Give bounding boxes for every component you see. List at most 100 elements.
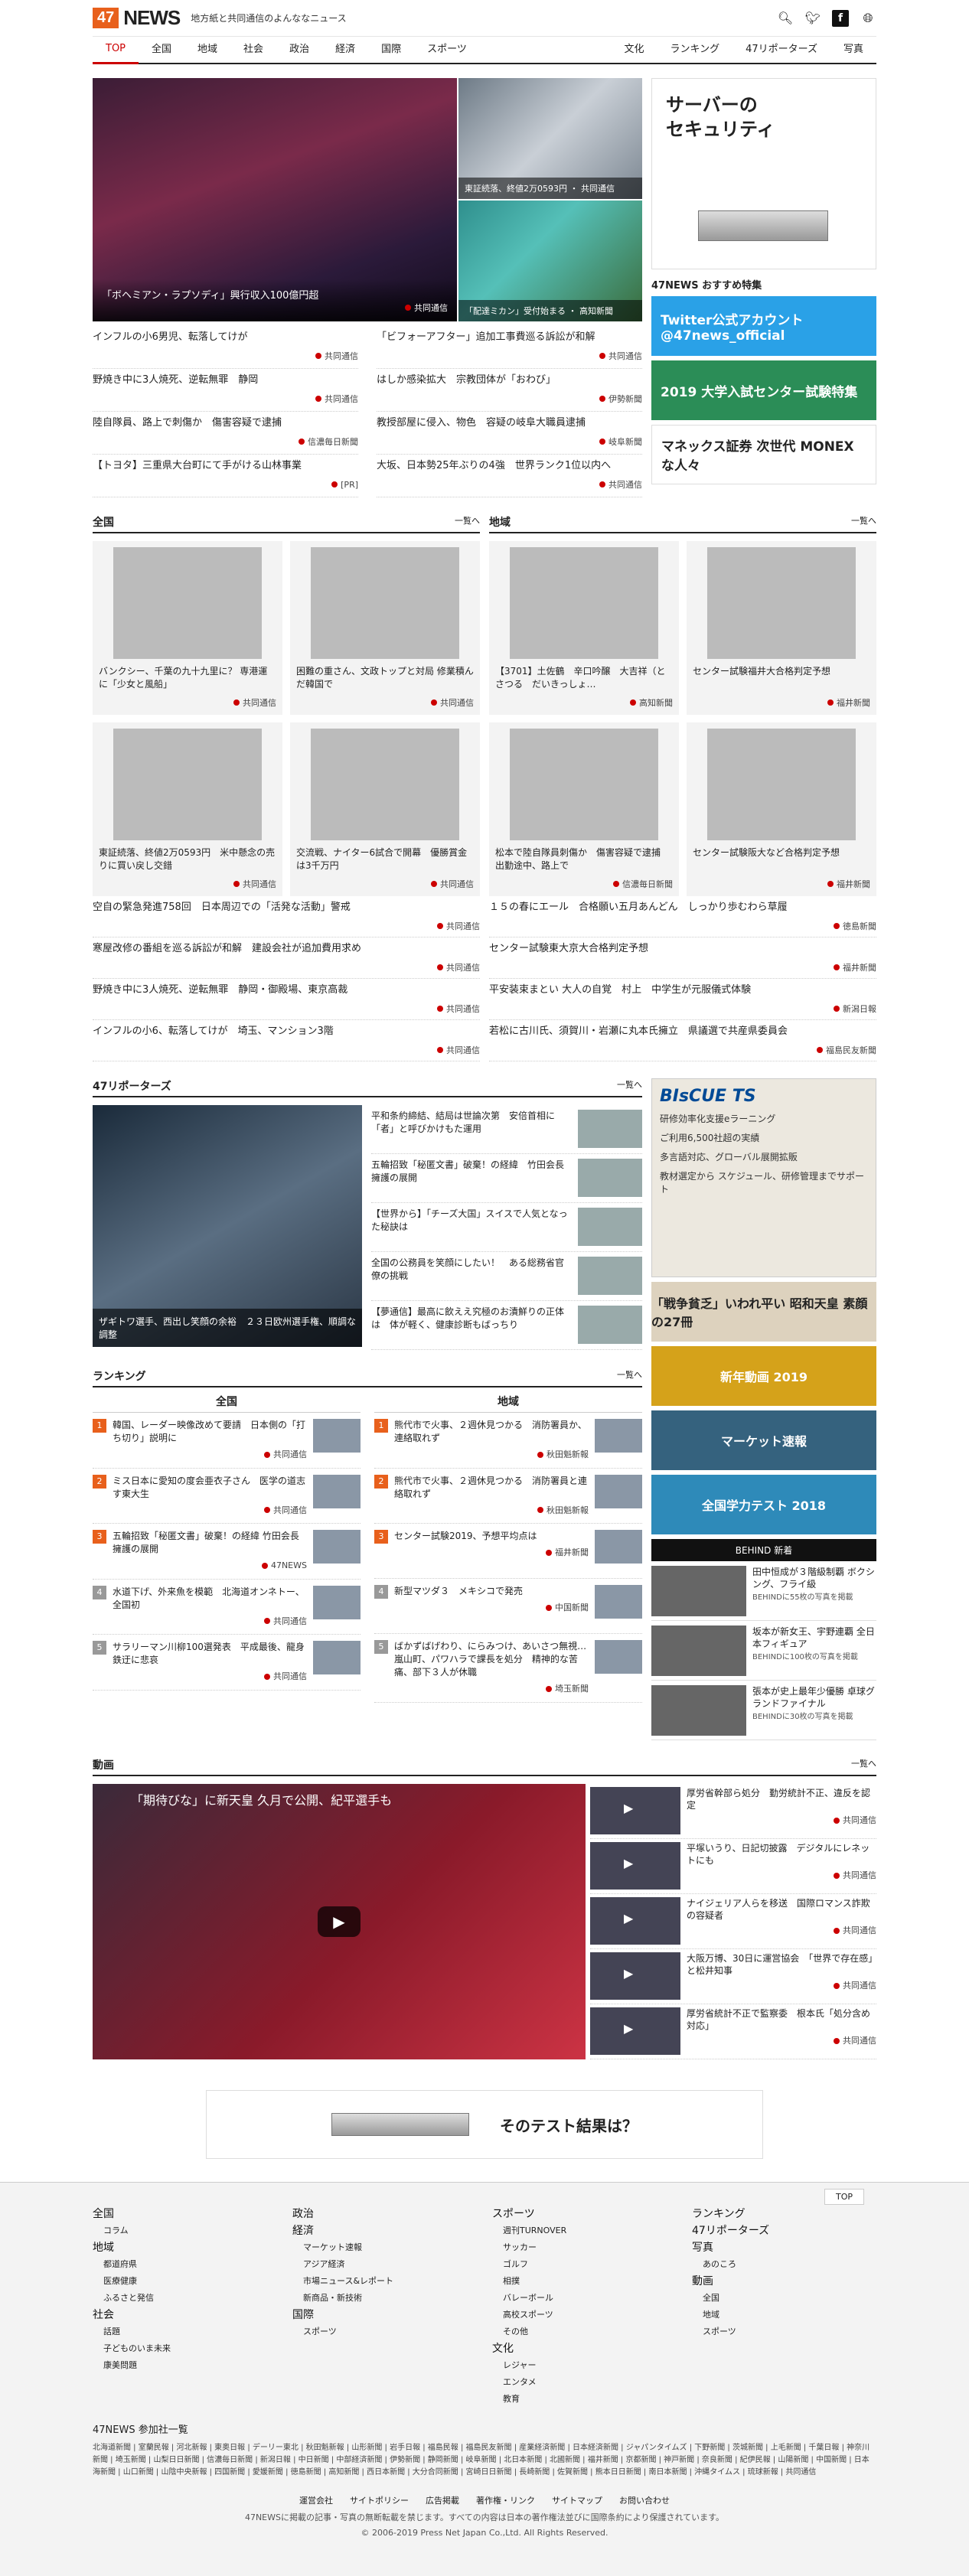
back-to-top-button[interactable]: TOP [824, 2189, 864, 2205]
footer-bottom-link[interactable]: お問い合わせ [619, 2494, 670, 2506]
banner-market[interactable]: マーケット速報 [651, 1410, 876, 1470]
news-card[interactable]: バンクシー、千葉の九十九里に？ 専港運に「少女と風船」 共同通信 [93, 541, 282, 715]
footer-heading-link[interactable]: 地域 [93, 2239, 277, 2256]
nav-zenkoku[interactable]: 全国 [139, 37, 184, 63]
video-item[interactable]: 厚労省幹部ら処分 勤労統計不正、違反を認定共同通信 [590, 1784, 876, 1839]
footer-heading-link[interactable]: ランキング [692, 2206, 876, 2222]
news-item[interactable]: 「ビフォーアフター」追加工事費巡る訴訟が和解 共同通信 [377, 326, 642, 369]
footer-link[interactable]: ゴルフ [492, 2256, 677, 2273]
footer-bottom-link[interactable]: 運営会社 [299, 2494, 333, 2506]
nav-reporters[interactable]: 47リポーターズ [732, 37, 830, 63]
news-card[interactable]: 交流戦、ナイター6試合で開幕 優勝賞金は3千万円 共同通信 [290, 722, 480, 896]
footer-link[interactable]: エンタメ [492, 2374, 677, 2391]
footer-link[interactable]: レジャー [492, 2357, 677, 2374]
nav-shakai[interactable]: 社会 [230, 37, 276, 63]
search-icon[interactable]: 🔍︎ [777, 10, 794, 27]
footer-link[interactable]: 子どものいま未来 [93, 2340, 277, 2357]
footer-link[interactable]: 康美問題 [93, 2357, 277, 2374]
behind-item[interactable]: 張本が史上最年少優勝 卓球グランドファイナル BEHINDに30枚の写真を掲載 [651, 1681, 876, 1740]
news-card[interactable]: 困難の重さん、文政トップと対局 修業積んだ韓国で 共同通信 [290, 541, 480, 715]
footer-link[interactable]: 話題 [93, 2323, 277, 2340]
reporter-item[interactable]: 五輪招致「秘匿文書」破棄！の経緯 竹田会長擁護の展開 [371, 1154, 642, 1203]
nav-kokusai[interactable]: 国際 [368, 37, 414, 63]
news-item[interactable]: はしか感染拡大 宗教団体が「おわび」 伊勢新聞 [377, 369, 642, 412]
news-item[interactable]: 若松に古川氏、須賀川・岩瀬に丸本氏擁立 県議選で共産県委員会 福島民友新聞 [489, 1020, 876, 1061]
news-card[interactable]: 松本で陸自隊員刺傷か 傷害容疑で逮捕 出勤途中、路上で 信濃毎日新聞 [489, 722, 679, 896]
news-item[interactable]: 寒屋改修の番組を巡る訴訟が和解 建設会社が追加費用求め 共同通信 [93, 937, 480, 979]
footer-link[interactable]: スポーツ [292, 2323, 477, 2340]
footer-heading-link[interactable]: 社会 [93, 2307, 277, 2323]
video-item[interactable]: ナイジェリア人らを移送 国際ロマンス詐欺の容疑者共同通信 [590, 1894, 876, 1949]
ranking-item[interactable]: 2 熊代市で火事、２週休見つかる 消防署員と連絡取れず 秋田魁新報 [374, 1469, 642, 1524]
footer-link[interactable]: 都道府県 [93, 2256, 277, 2273]
footer-heading-link[interactable]: 政治 [292, 2206, 477, 2222]
banner-showa[interactable]: 「戦争貧乏」いわれ平い 昭和天皇 素顔の27冊 [651, 1282, 876, 1342]
hero-sub-2[interactable]: 「配達ミカン」受付始まる ・ 高知新聞 [458, 201, 642, 321]
video-more-link[interactable]: 一覧へ [851, 1757, 876, 1772]
reporter-item[interactable]: 【世界から】「チーズ大国」スイスで人気となった秘訣は [371, 1203, 642, 1252]
video-item[interactable]: 厚労省統計不正で監察委 根本氏「処分含め対応」共同通信 [590, 2004, 876, 2059]
footer-heading-link[interactable]: 写真 [692, 2239, 876, 2256]
ranking-item[interactable]: 5 ばかずばげわり、にらみつけ、あいさつ無視…嵐山町、パワハラで課長を処分 精神的… [374, 1634, 642, 1703]
footer-link[interactable]: 週刊TURNOVER [492, 2222, 677, 2239]
banner-new-year-video[interactable]: 新年動画 2019 [651, 1346, 876, 1406]
footer-link[interactable]: アジア経済 [292, 2256, 477, 2273]
hero-sub-1[interactable]: 東証続落、終値2万0593円 ・ 共同通信 [458, 78, 642, 199]
banner-gakuryoku[interactable]: 全国学力テスト 2018 [651, 1475, 876, 1534]
site-logo[interactable]: 47 NEWS [93, 6, 181, 30]
reporter-item[interactable]: 全国の公務員を笑顔にしたい！ ある総務省官僚の挑戦 [371, 1252, 642, 1301]
footer-link[interactable]: 医療健康 [93, 2273, 277, 2290]
footer-link[interactable]: バレーボール [492, 2290, 677, 2307]
ad-server-security[interactable]: サーバーの セキュリティ [651, 78, 876, 269]
news-item[interactable]: 陸自隊員、路上で刺傷か 傷害容疑で逮捕 信濃毎日新聞 [93, 412, 358, 455]
ad-biscue[interactable]: BIsCUE TS 研修効率化支援eラーニング ご利用6,500社超の実績 多言… [651, 1078, 876, 1277]
news-card[interactable]: センター試験福井大合格判定予想 福井新聞 [687, 541, 876, 715]
ranking-item[interactable]: 3 センター試験2019、予想平均点は 福井新聞 [374, 1524, 642, 1579]
footer-heading-link[interactable]: 文化 [492, 2340, 677, 2357]
footer-link[interactable]: 高校スポーツ [492, 2307, 677, 2323]
ranking-item[interactable]: 2 ミス日本に愛知の度会亜衣子さん 医学の道志す東大生 共同通信 [93, 1469, 361, 1524]
news-item[interactable]: 空自の緊急発進758回 日本周辺での「活発な活動」警戒 共同通信 [93, 896, 480, 937]
ranking-item[interactable]: 5 サラリーマン川柳100選発表 平成最後、龍身鉄迂に悲哀 共同通信 [93, 1635, 361, 1691]
behind-item[interactable]: 坂本が新女王、宇野連覇 全日本フィギュア BEHINDに100枚の写真を掲載 [651, 1621, 876, 1681]
footer-heading-link[interactable]: スポーツ [492, 2206, 677, 2222]
reporter-item[interactable]: 【夢通信】最高に飲ええ究極のお漬鮮りの正体は 体が軽く、健康診断もばっちり [371, 1301, 642, 1350]
news-item[interactable]: インフルの小6、転落してけが 埼玉、マンション3階 共同通信 [93, 1020, 480, 1061]
footer-heading-link[interactable]: 経済 [292, 2222, 477, 2239]
zenkoku-more-link[interactable]: 一覧へ [455, 514, 480, 530]
nav-photo[interactable]: 写真 [830, 37, 876, 63]
footer-link[interactable]: マーケット速報 [292, 2239, 477, 2256]
footer-link[interactable]: その他 [492, 2323, 677, 2340]
video-item[interactable]: 平塚いうり、日記切披露 デジタルにレネットにも共同通信 [590, 1839, 876, 1894]
video-item[interactable]: 大阪万博、30日に運営協会 「世界で存在感」と松井知事共同通信 [590, 1949, 876, 2004]
footer-link[interactable]: コラム [93, 2222, 277, 2239]
footer-heading-link[interactable]: 全国 [93, 2206, 277, 2222]
news-item[interactable]: 平安装束まとい 大人の自覚 村上 中学生が元服儀式体験 新潟日報 [489, 979, 876, 1020]
footer-link[interactable]: 地域 [692, 2307, 876, 2323]
nav-sports[interactable]: スポーツ [414, 37, 480, 63]
footer-link[interactable]: 新商品・新技術 [292, 2290, 477, 2307]
feature-center-exam[interactable]: 2019 大学入試センター試験特集 [651, 360, 876, 420]
footer-link[interactable]: ふるさと発信 [93, 2290, 277, 2307]
footer-link[interactable]: あのころ [692, 2256, 876, 2273]
ranking-item[interactable]: 1 熊代市で火事、２週休見つかる 消防署員か、連絡取れず 秋田魁新報 [374, 1413, 642, 1469]
footer-heading-link[interactable]: 47リポーターズ [692, 2222, 876, 2239]
nav-seiji[interactable]: 政治 [276, 37, 322, 63]
news-item[interactable]: インフルの小6男児、転落してけが 共同通信 [93, 326, 358, 369]
video-main[interactable]: 「期待びな」に新天皇 久月で公開、紀平選手も ▶ [93, 1784, 586, 2059]
news-item[interactable]: センター試験東大京大合格判定予想 福井新聞 [489, 937, 876, 979]
footer-link[interactable]: サッカー [492, 2239, 677, 2256]
behind-item[interactable]: 田中恒成が３階級制覇 ボクシング、フライ級 BEHINDに55枚の写真を掲載 [651, 1561, 876, 1621]
footer-link[interactable]: 全国 [692, 2290, 876, 2307]
nav-keizai[interactable]: 経済 [322, 37, 368, 63]
ranking-item[interactable]: 4 水道下げ、外来魚を模範 北海道オンネトー、全国初 共同通信 [93, 1580, 361, 1635]
globe-icon[interactable]: 🌐︎ [860, 10, 876, 27]
news-item[interactable]: 野焼き中に3人焼死、逆転無罪 静岡 共同通信 [93, 369, 358, 412]
news-item[interactable]: 教授部屋に侵入、物色 容疑の岐阜大職員逮捕 岐阜新聞 [377, 412, 642, 455]
play-icon[interactable]: ▶ [318, 1906, 361, 1937]
reporters-main[interactable]: ザギトワ選手、西出し笑顔の余裕 ２３日欧州選手権、順調な調整 [93, 1105, 362, 1347]
footer-link[interactable]: スポーツ [692, 2323, 876, 2340]
news-item[interactable]: 【トヨタ】三重県大台町にて手がける山林事業 [PR] [93, 455, 358, 497]
nav-top[interactable]: TOP [93, 36, 139, 64]
feature-twitter[interactable]: Twitter公式アカウント @47news_official [651, 296, 876, 356]
